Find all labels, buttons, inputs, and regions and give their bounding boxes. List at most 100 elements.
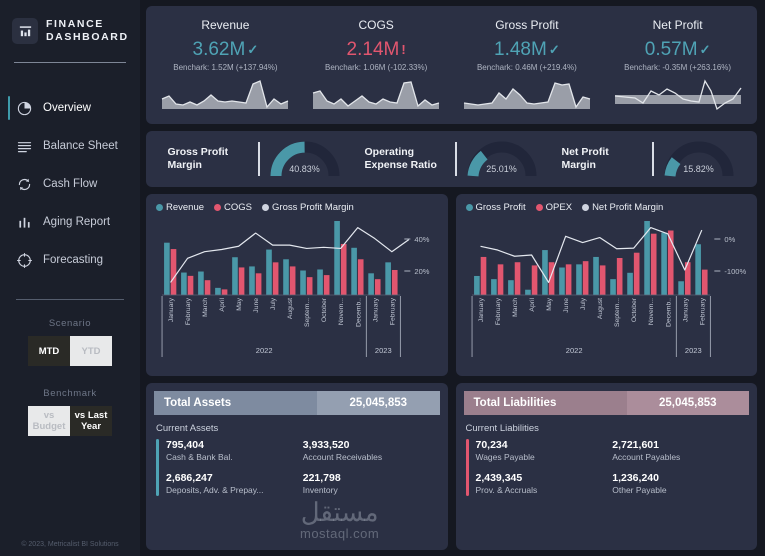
chart-plot-area: 40% 20% January February March April May June Ju… <box>156 217 438 372</box>
svg-text:Septem...: Septem... <box>614 298 621 327</box>
kpi-card-cogs[interactable]: COGS 2.14M ! Benchark: 1.06M (-102.33%) <box>301 12 452 118</box>
kpi-card-gross-profit[interactable]: Gross Profit 1.48M ✓ Benchark: 0.46M (+2… <box>452 12 603 118</box>
svg-text:August: August <box>287 298 294 319</box>
gauge-operating-expense-ratio[interactable]: Operating Expense Ratio 25.01% <box>353 138 550 180</box>
svg-text:August: August <box>597 298 604 319</box>
kpi-card-revenue[interactable]: Revenue 3.62M ✓ Benchark: 1.52M (+137.94… <box>150 12 301 118</box>
chart-legend: Gross Profit OPEX Net Profit Margin <box>465 202 748 213</box>
item-label: Deposits, Adv. & Prepay... <box>166 485 264 495</box>
brand-line-2: DASHBOARD <box>46 31 129 43</box>
divider <box>651 142 654 176</box>
legend-label: Revenue <box>166 202 205 213</box>
svg-text:July: July <box>580 297 587 310</box>
kpi-value: 1.48M <box>494 39 547 60</box>
sidebar-item-label: Aging Report <box>43 216 111 228</box>
current-liabilities-grid: 70,234 Wages Payable 2,721,601 Account P… <box>476 439 750 496</box>
sparkline-chart <box>613 79 743 118</box>
svg-text:January: January <box>478 297 485 322</box>
gauge-gross-profit-margin[interactable]: Gross Profit Margin 40.83% <box>156 138 353 180</box>
item-value: 2,439,345 <box>475 472 523 484</box>
balance-item: 70,234 Wages Payable <box>476 439 613 463</box>
legend-label: Gross Profit <box>475 202 526 213</box>
dashboard-root: FINANCE DASHBOARD Overview Balance Sheet… <box>0 0 765 556</box>
kpi-status-icon: ! <box>401 42 406 57</box>
legend-swatch-gross-profit <box>465 204 473 211</box>
svg-text:2022: 2022 <box>256 346 273 355</box>
benchmark-toggle[interactable]: vs Budget vs Last Year <box>0 406 140 436</box>
kpi-card-net-profit[interactable]: Net Profit 0.57M ✓ Benchark: -0.35M (+26… <box>602 12 753 118</box>
svg-text:40%: 40% <box>414 235 429 244</box>
benchmark-option-vs-budget[interactable]: vs Budget <box>28 406 70 436</box>
svg-text:February: February <box>699 297 706 325</box>
item-value: 2,686,247 <box>166 472 213 484</box>
sidebar-item-overview[interactable]: Overview <box>0 89 140 127</box>
refresh-icon <box>16 176 33 193</box>
svg-text:20%: 20% <box>414 267 429 276</box>
gauge-label: Gross Profit Margin <box>167 146 229 171</box>
total-assets-header: Total Assets 25,045,853 <box>154 391 440 415</box>
scenario-option-ytd[interactable]: YTD <box>70 336 112 366</box>
svg-text:Novem...: Novem... <box>338 298 345 325</box>
benchmark-option-vs-last-year[interactable]: vs Last Year <box>70 406 112 436</box>
legend-item[interactable]: OPEX <box>535 202 572 213</box>
list-lines-icon <box>16 138 33 155</box>
kpi-title: Revenue <box>201 18 250 32</box>
balance-item: 2,721,601 Account Payables <box>612 439 749 463</box>
legend-label: Gross Profit Margin <box>272 202 354 213</box>
kpi-title: Gross Profit <box>495 18 559 32</box>
legend-swatch-net-profit-margin <box>582 204 590 211</box>
svg-text:March: March <box>512 298 519 317</box>
kpi-benchmark: Benchark: 1.52M (+137.94%) <box>173 63 278 72</box>
svg-text:-100%: -100% <box>724 267 746 276</box>
sidebar-item-cash-flow[interactable]: Cash Flow <box>0 165 140 203</box>
item-value: 3,933,520 <box>302 439 350 451</box>
legend-swatch-gross-profit-margin <box>262 204 270 211</box>
legend-label: Net Profit Margin <box>592 202 664 213</box>
sparkline-chart <box>462 79 592 118</box>
gross-profit-opex-chart-panel: Gross Profit OPEX Net Profit Margin 0% -1… <box>455 194 757 376</box>
chart-plot-area: 0% -100% January February March April May June J… <box>466 217 748 372</box>
item-label: Wages Payable <box>475 452 535 462</box>
legend-item[interactable]: Revenue <box>156 202 204 213</box>
svg-text:January: January <box>168 297 175 322</box>
svg-text:Novem...: Novem... <box>648 298 655 325</box>
item-value: 221,798 <box>302 472 341 484</box>
legend-item[interactable]: Gross Profit Margin <box>262 202 354 213</box>
kpi-value-group: 2.14M ! <box>347 40 406 60</box>
total-liabilities-title: Total Liabilities <box>463 391 627 415</box>
balance-item: 221,798 Inventory <box>303 472 440 496</box>
revenue-cogs-chart-panel: Revenue COGS Gross Profit Margin 40% 20% J… <box>146 194 448 376</box>
gauge-net-profit-margin[interactable]: Net Profit Margin 15.82% <box>550 138 747 180</box>
sidebar-item-label: Forecasting <box>43 254 104 266</box>
svg-text:April: April <box>529 298 536 312</box>
sidebar-item-label: Overview <box>43 102 91 114</box>
legend-item[interactable]: Gross Profit <box>465 202 526 213</box>
svg-text:June: June <box>563 298 570 313</box>
brand-line-1: FINANCE <box>46 18 104 30</box>
kpi-benchmark: Benchark: -0.35M (+263.16%) <box>624 63 732 72</box>
legend-swatch-revenue <box>156 204 163 211</box>
scenario-toggle[interactable]: MTD YTD <box>0 336 140 366</box>
total-assets-value: 25,045,853 <box>317 391 440 415</box>
bar-chart-icon <box>16 214 33 231</box>
sidebar-item-label: Cash Flow <box>43 178 98 190</box>
legend-item[interactable]: COGS <box>214 202 252 213</box>
chart-row: Revenue COGS Gross Profit Margin 40% 20% J… <box>146 194 757 376</box>
svg-text:January: January <box>372 297 379 322</box>
kpi-title: Net Profit <box>652 18 703 32</box>
gauge-label: Operating Expense Ratio <box>364 146 437 171</box>
kpi-row: Revenue 3.62M ✓ Benchark: 1.52M (+137.94… <box>146 6 757 124</box>
pie-chart-icon <box>16 100 33 117</box>
sidebar-item-balance-sheet[interactable]: Balance Sheet <box>0 127 140 165</box>
current-assets-label: Current Assets <box>156 423 219 434</box>
scenario-option-mtd[interactable]: MTD <box>28 336 70 366</box>
kpi-value-group: 1.48M ✓ <box>494 40 560 60</box>
sidebar-item-forecasting[interactable]: Forecasting <box>0 241 140 279</box>
svg-text:0%: 0% <box>724 235 735 244</box>
legend-item[interactable]: Net Profit Margin <box>582 202 663 213</box>
item-label: Account Payables <box>612 452 681 462</box>
total-assets-panel: Total Assets 25,045,853 Current Assets 7… <box>146 383 448 550</box>
benchmark-label: Benchmark <box>43 388 97 399</box>
svg-text:June: June <box>253 298 260 313</box>
sidebar-item-aging-report[interactable]: Aging Report <box>0 203 140 241</box>
